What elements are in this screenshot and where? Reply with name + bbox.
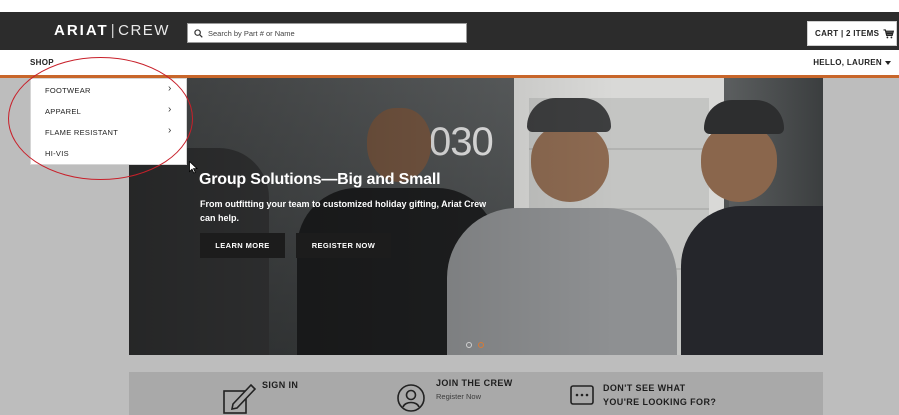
cart-label: CART | 2 ITEMS — [815, 29, 880, 38]
logo-brand: ARIAT — [54, 22, 109, 39]
join-crew-heading[interactable]: JOIN THE CREW — [436, 378, 513, 388]
mouse-pointer-icon — [189, 161, 198, 174]
search-input[interactable] — [203, 28, 453, 38]
dont-see-heading-line1: DON'T SEE WHAT — [603, 383, 686, 393]
hero-subtitle: From outfitting your team to customized … — [200, 199, 487, 223]
dont-see-heading-line2: YOU'RE LOOKING FOR? — [603, 397, 717, 407]
sign-in-heading[interactable]: SIGN IN — [262, 380, 298, 390]
carousel-dots — [466, 342, 484, 348]
search-box[interactable] — [187, 23, 467, 43]
chat-bubble-icon — [570, 385, 594, 405]
info-band: SIGN IN JOIN THE CREW Register Now DON'T… — [129, 372, 823, 415]
search-icon — [194, 28, 203, 38]
account-menu[interactable]: HELLO, LAUREN — [813, 58, 891, 67]
cart-button[interactable]: CART | 2 ITEMS — [807, 21, 897, 46]
cart-icon — [883, 28, 895, 38]
annotation-highlight-ellipse — [8, 57, 193, 180]
ariat-crew-logo[interactable]: ARIAT | CREW — [54, 22, 170, 39]
greeting-label: HELLO, LAUREN — [813, 58, 882, 67]
sign-in-pencil-icon — [223, 383, 257, 414]
logo-separator: | — [110, 22, 117, 39]
caret-down-icon — [885, 60, 891, 65]
register-now-button[interactable]: REGISTER NOW — [296, 233, 391, 258]
user-circle-icon — [397, 384, 425, 412]
logo-product: CREW — [118, 22, 170, 39]
carousel-dot[interactable] — [466, 342, 472, 348]
site-header: ARIAT|CREW CART | 2 ITEMS — [0, 12, 899, 50]
register-now-link[interactable]: Register Now — [436, 392, 481, 401]
hero-title: Group Solutions—Big and Small — [199, 171, 441, 188]
page-top-edge — [0, 0, 899, 12]
carousel-dot-active[interactable] — [478, 342, 484, 348]
learn-more-button[interactable]: LEARN MORE — [200, 233, 285, 258]
